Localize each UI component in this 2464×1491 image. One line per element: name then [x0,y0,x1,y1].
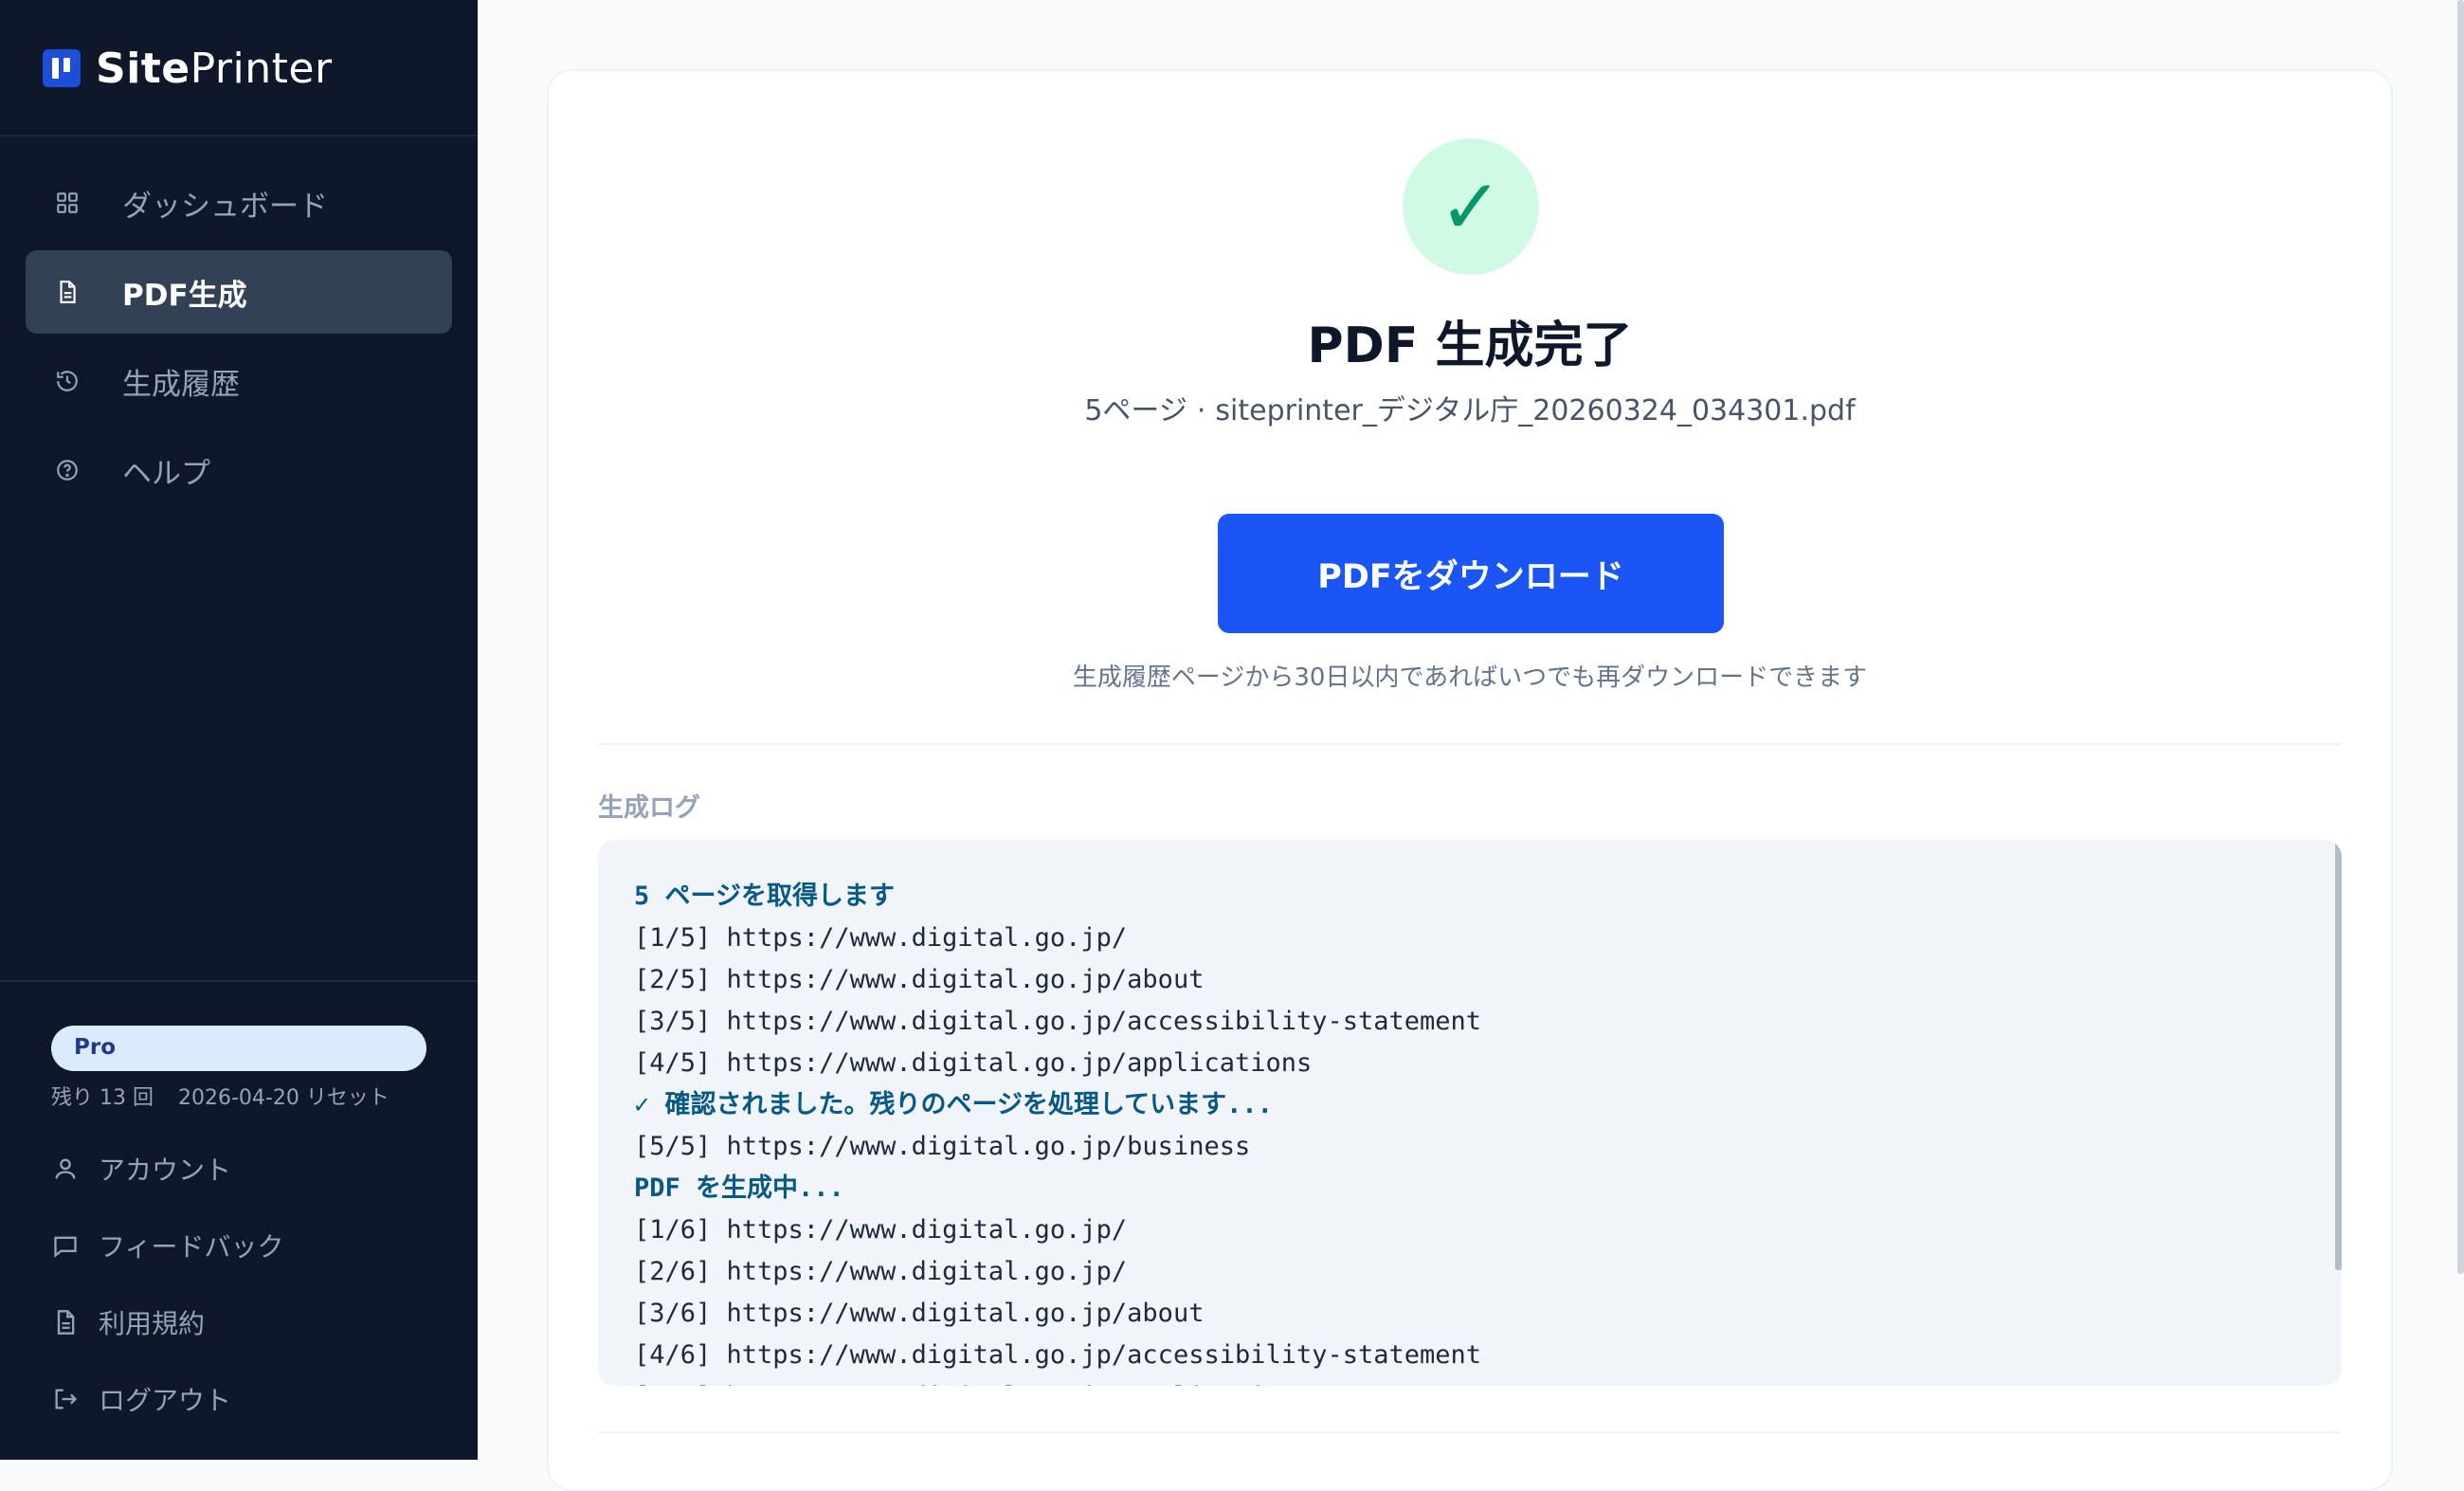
app-logo[interactable]: SitePrinter [43,44,333,93]
redownload-note: 生成履歴ページから30日以内であればいつでも再ダウンロードできます [1072,664,1868,692]
log-line: [2/6] https://www.digital.go.jp/ [634,1257,1128,1286]
log-lines: 5 ページを取得します [1/5] https://www.digital.go.… [634,876,1481,1386]
success-check-icon: ✓ [1403,138,1539,275]
sidebar-divider-bottom [0,980,478,982]
generation-log[interactable]: 5 ページを取得します [1/5] https://www.digital.go.… [598,840,2342,1386]
log-line: [3/6] https://www.digital.go.jp/about [634,1299,1205,1328]
main-nav: ダッシュボード PDF生成 生成履歴 ヘルプ [26,161,452,518]
log-line: 5 ページを取得します [634,882,895,911]
logo-icon [43,49,81,87]
log-line: [1/5] https://www.digital.go.jp/ [634,923,1128,953]
user-icon [51,1155,80,1183]
sidebar: SitePrinter ダッシュボード PDF生成 生成履歴 ヘルプ Pro 残… [0,0,478,1460]
log-line: [5/6] https://www.digital.go.jp/applicat… [634,1376,1481,1386]
log-line: [4/5] https://www.digital.go.jp/applicat… [634,1048,1313,1078]
nav-item-account[interactable]: アカウント [51,1130,283,1207]
nav-item-terms[interactable]: 利用規約 [51,1283,283,1360]
nav-label: フィードバック [99,1230,284,1263]
account-nav: アカウント フィードバック 利用規約 ログアウト [51,1130,283,1437]
nav-item-logout[interactable]: ログアウト [51,1360,283,1437]
log-heading: 生成ログ [598,793,700,823]
log-line: [1/6] https://www.digital.go.jp/ [634,1215,1128,1245]
pdf-filename: siteprinter_デジタル庁_20260324_034301.pdf [1215,394,1856,427]
section-divider-bottom [598,1431,2342,1433]
log-line: [2/5] https://www.digital.go.jp/about [634,965,1205,994]
log-line: [3/5] https://www.digital.go.jp/accessib… [634,1007,1482,1036]
message-icon [51,1231,80,1260]
document-icon [54,279,81,305]
page-count: 5ページ [1084,394,1187,427]
reset-date: 2026-04-20 リセット [177,1086,390,1110]
help-icon [54,457,81,483]
remaining-count: 残り 13 回 [51,1086,154,1110]
app-name: SitePrinter [96,44,333,93]
log-line: PDF を生成中... [634,1173,844,1203]
nav-item-dashboard[interactable]: ダッシュボード [26,161,452,245]
nav-label: 生成履歴 [122,367,240,402]
nav-label: PDF生成 [122,278,247,313]
history-icon [54,368,81,394]
nav-label: 利用規約 [99,1307,206,1339]
nav-label: ヘルプ [122,456,210,491]
result-title: PDF 生成完了 [1307,318,1633,374]
log-scrollbar[interactable] [2335,840,2342,1270]
nav-label: ログアウト [99,1384,232,1416]
detail-separator: · [1196,394,1206,427]
sidebar-divider-top [0,135,478,136]
logout-icon [51,1385,80,1413]
result-details: 5ページ · siteprinter_デジタル庁_20260324_034301.p… [547,387,2393,428]
terms-icon [51,1308,80,1336]
grid-icon [54,190,81,216]
log-line: ✓ 確認されました。残りのページを処理しています... [634,1090,1273,1119]
nav-item-history[interactable]: 生成履歴 [26,339,452,423]
section-divider [598,743,2342,745]
plan-badge: Pro [51,1026,426,1071]
nav-item-help[interactable]: ヘルプ [26,428,452,512]
nav-label: アカウント [99,1154,232,1186]
nav-label: ダッシュボード [122,189,328,224]
nav-item-pdf-generate[interactable]: PDF生成 [26,250,452,334]
download-pdf-button[interactable]: PDFをダウンロード [1218,514,1724,633]
page-scrollbar[interactable] [2457,0,2464,1274]
nav-item-feedback[interactable]: フィードバック [51,1207,283,1283]
log-line: [4/6] https://www.digital.go.jp/accessib… [634,1340,1482,1370]
log-line: [5/5] https://www.digital.go.jp/business [634,1132,1251,1161]
quota-info: 残り 13 回 2026-04-20 リセット [51,1081,414,1111]
